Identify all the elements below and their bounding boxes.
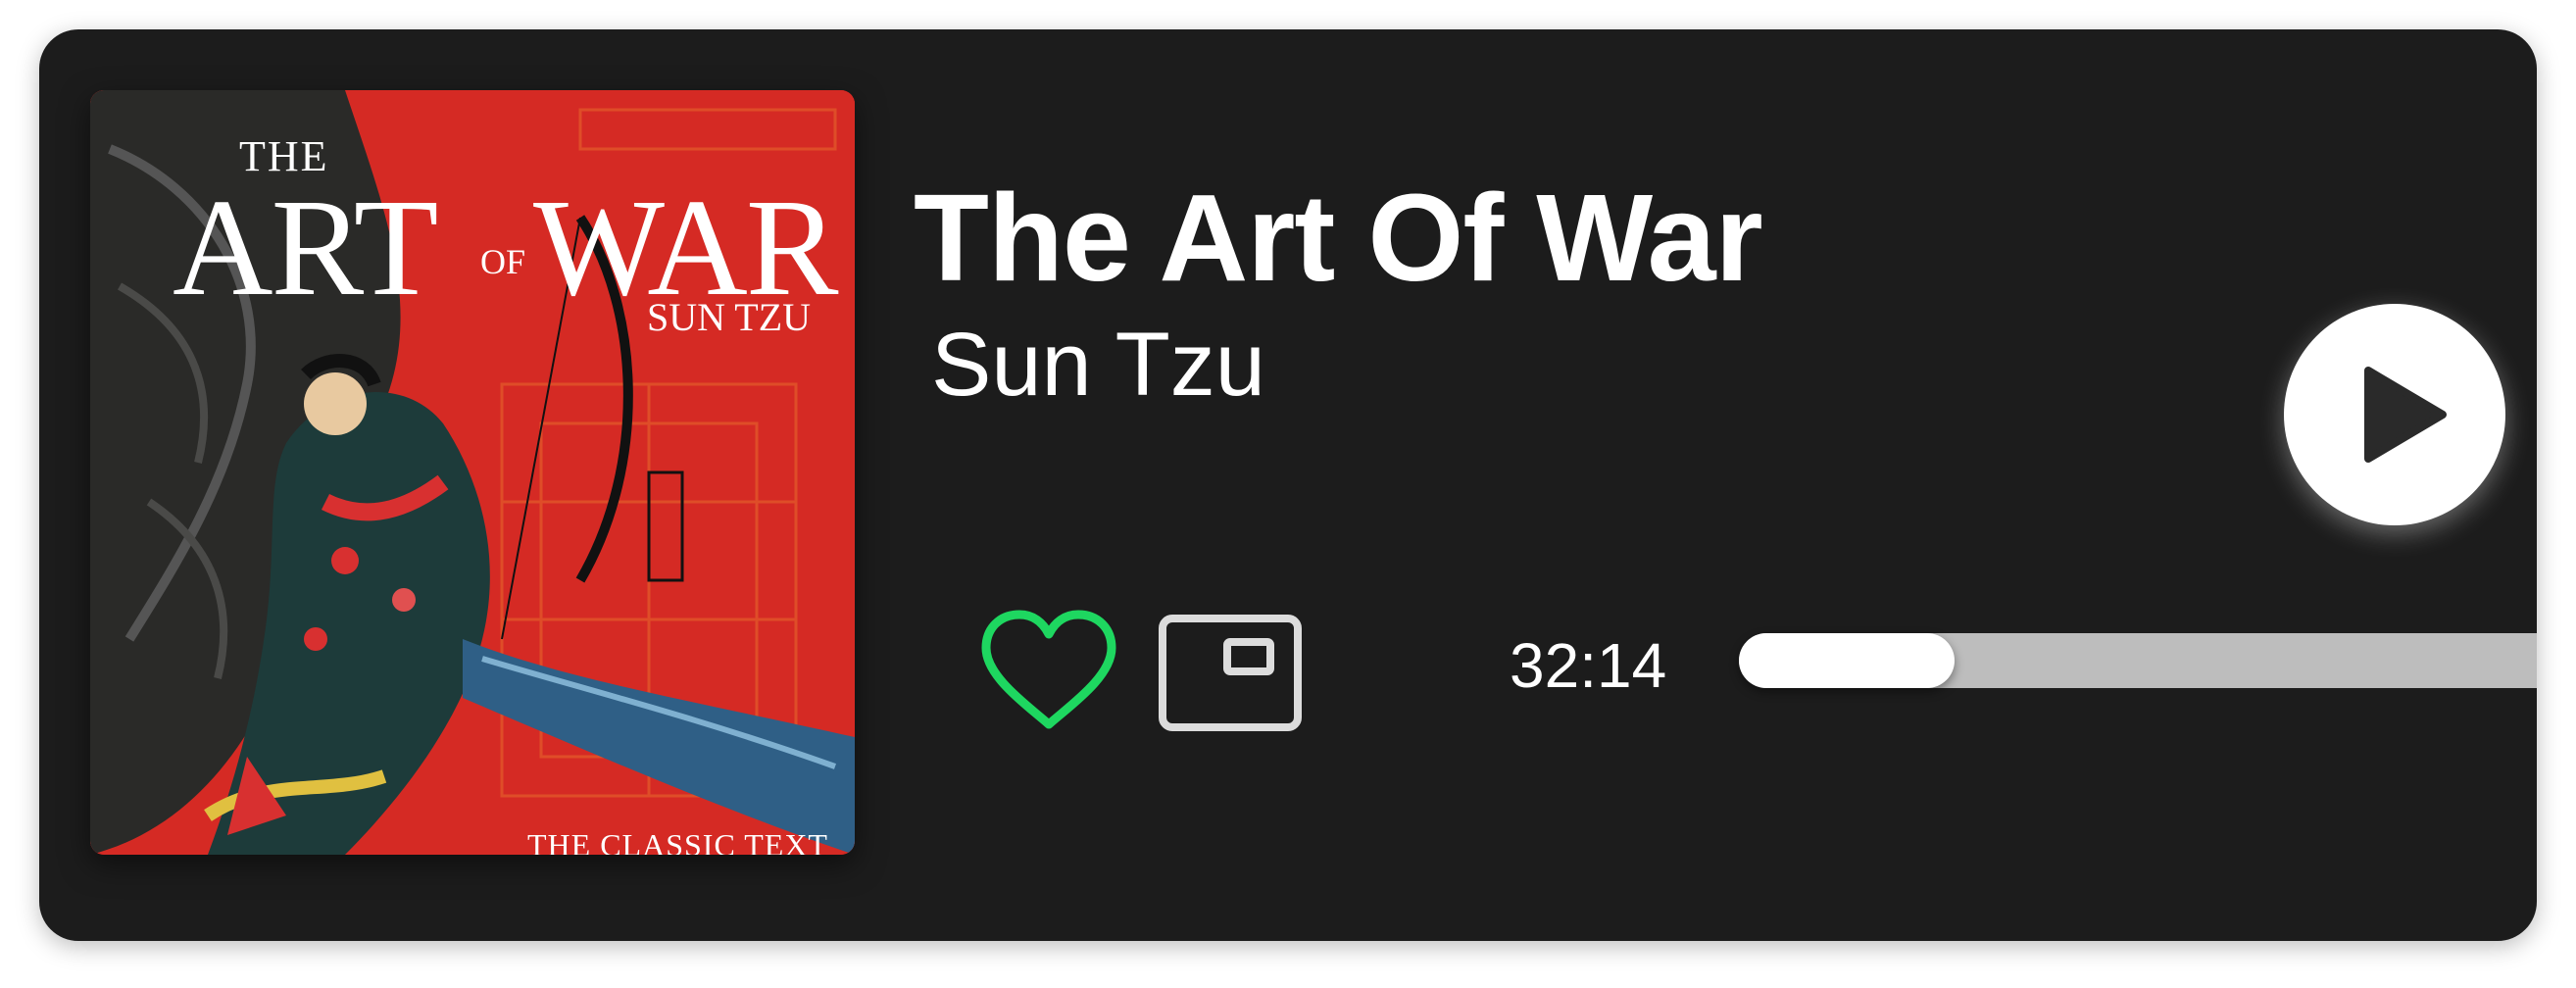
cover-text-footer: THE CLASSIC TEXT: [527, 827, 828, 855]
play-icon: [2364, 367, 2447, 463]
play-button[interactable]: [2284, 304, 2505, 525]
book-author: Sun Tzu: [931, 315, 1265, 415]
progress-bar[interactable]: [1739, 633, 2537, 688]
progress-fill: [1739, 633, 1955, 688]
cover-art: THE ART OF WAR SUN TZU THE CLASSIC TEXT: [90, 90, 855, 855]
cover-text-author: SUN TZU: [647, 295, 812, 339]
audiobook-player-card: THE ART OF WAR SUN TZU THE CLASSIC TEXT …: [39, 29, 2537, 941]
cover-text-art: ART: [173, 170, 438, 324]
miniplayer-icon: [1159, 615, 1302, 731]
miniplayer-button[interactable]: [1157, 613, 1304, 735]
elapsed-time: 32:14: [1510, 630, 1667, 701]
book-title: The Art Of War: [914, 169, 1763, 307]
like-button[interactable]: [970, 603, 1127, 740]
cover-text-of: OF: [480, 242, 526, 281]
heart-icon: [981, 610, 1116, 729]
